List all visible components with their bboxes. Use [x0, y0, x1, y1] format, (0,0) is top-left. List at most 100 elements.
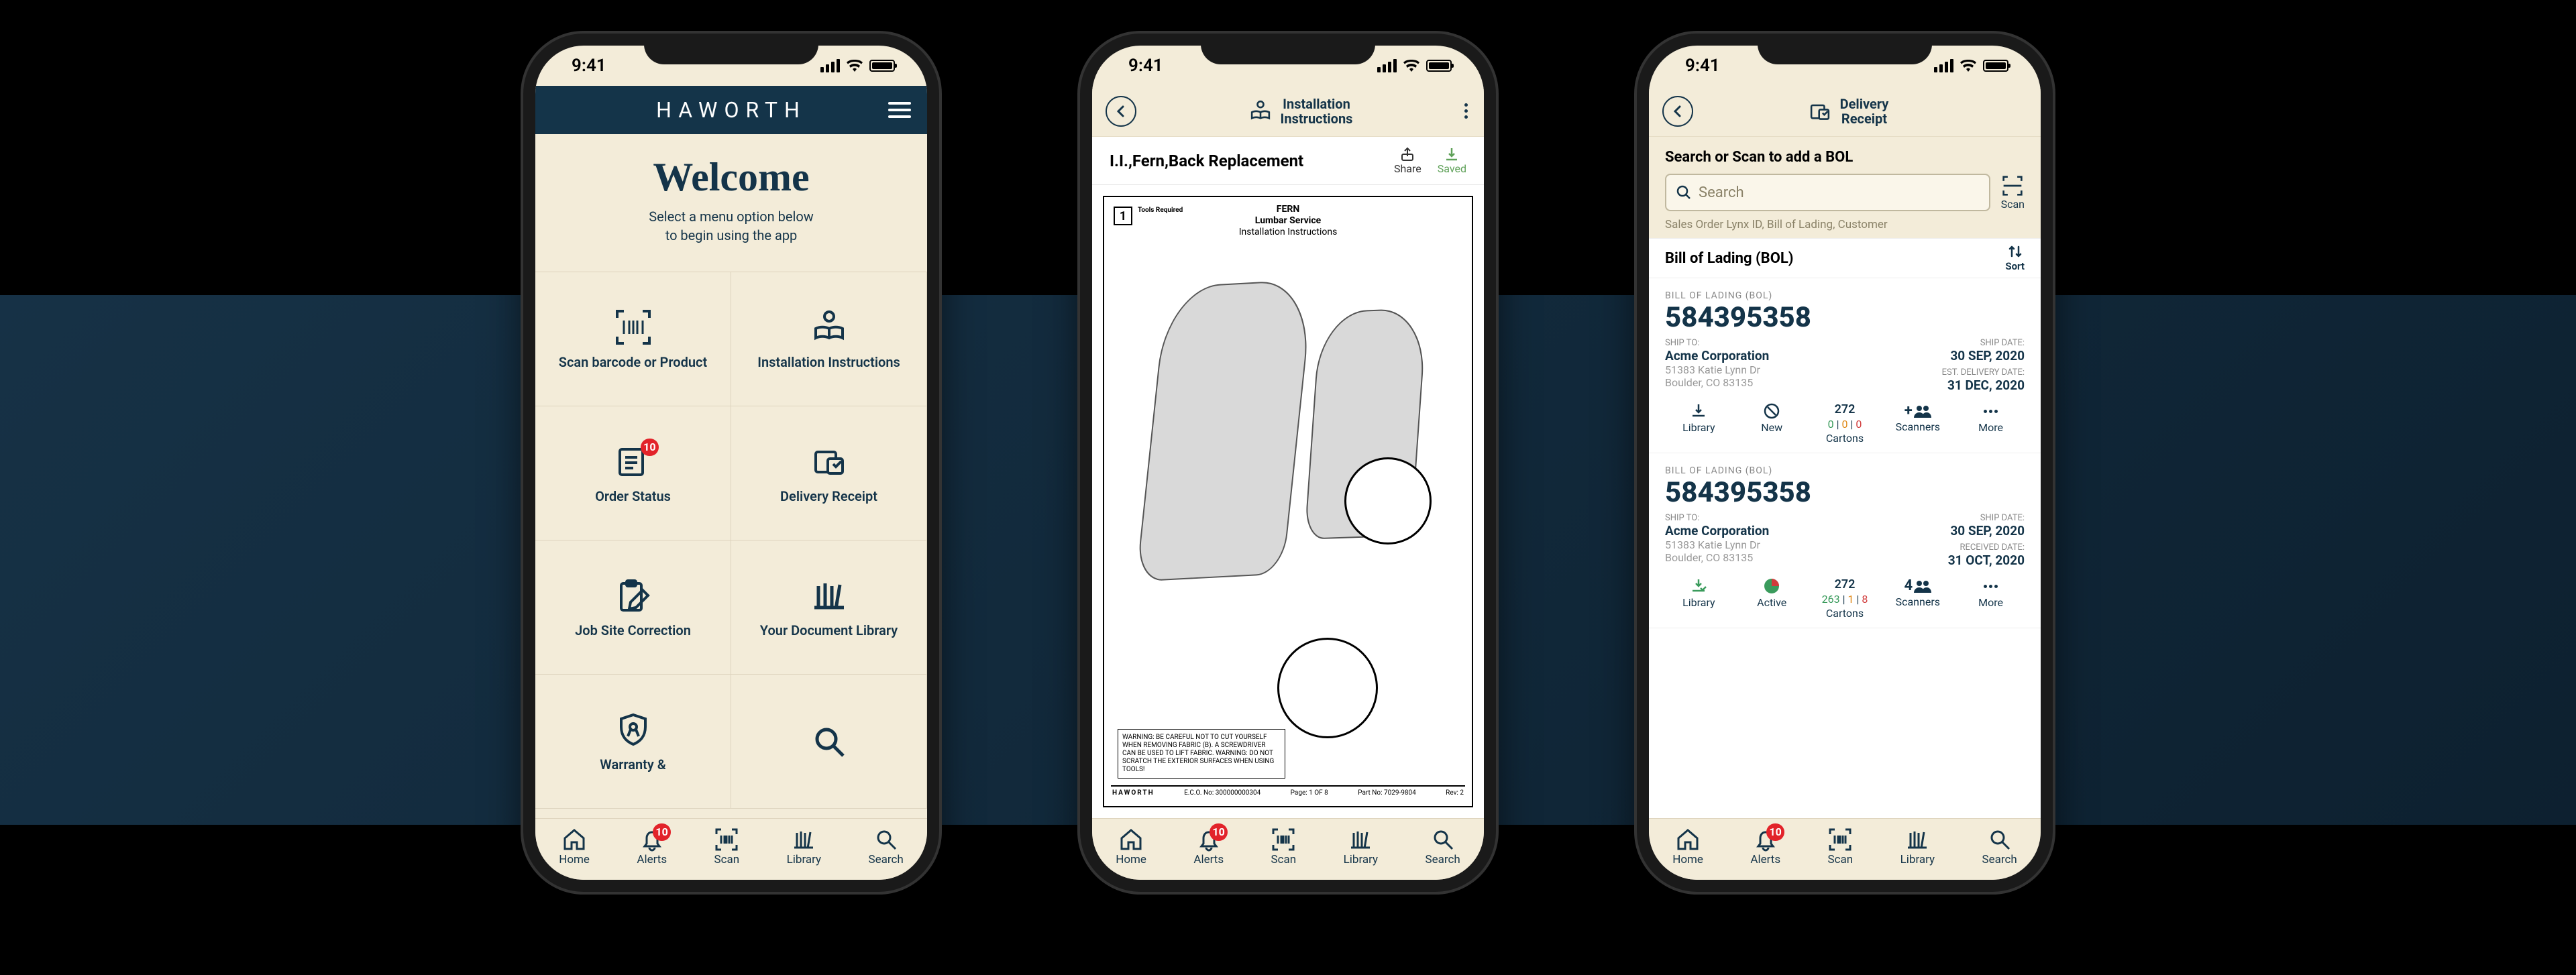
nav-search[interactable]: Search	[869, 827, 904, 866]
menu-document-library[interactable]: Your Document Library	[731, 540, 927, 675]
active-status-icon	[1763, 577, 1780, 595]
document-footer: HAWORTH E.C.O. No: 300000000304 Page: 1 …	[1111, 785, 1465, 799]
menu-label: Your Document Library	[760, 622, 898, 638]
scan-button[interactable]: Scan	[2001, 175, 2025, 211]
nav-home[interactable]: Home	[559, 827, 590, 866]
tool-library[interactable]: Library	[1665, 402, 1733, 445]
bol-number: 584395358	[1665, 476, 2025, 509]
document-page: FERN Lumbar Service Installation Instruc…	[1103, 196, 1473, 807]
menu-icon[interactable]	[888, 102, 911, 118]
menu-installation[interactable]: Installation Instructions	[731, 272, 927, 406]
menu-jobsite-correction[interactable]: Job Site Correction	[535, 540, 731, 675]
scan-icon	[714, 827, 739, 852]
wifi-icon	[1960, 60, 1976, 72]
status-time: 9:41	[572, 56, 606, 76]
manual-icon	[810, 308, 848, 346]
home-icon	[1119, 827, 1143, 852]
tool-cartons[interactable]: 272 263 | 1 | 8 Cartons	[1811, 577, 1879, 620]
bol-eyebrow: BILL OF LADING (BOL)	[1665, 465, 2025, 476]
nav-search[interactable]: Search	[1426, 827, 1460, 866]
nav-library[interactable]: Library	[787, 827, 821, 866]
phone-delivery: 9:41 Delivery Receipt	[1637, 34, 2053, 892]
warning-text: WARNING: BE CAREFUL NOT TO CUT YOURSELF …	[1118, 729, 1285, 779]
menu-search[interactable]	[731, 675, 927, 809]
download-icon	[1690, 402, 1707, 420]
menu-warranty[interactable]: Warranty &	[535, 675, 731, 809]
menu-label: Delivery Receipt	[780, 488, 877, 504]
home-icon	[1676, 827, 1700, 852]
menu-delivery-receipt[interactable]: Delivery Receipt	[731, 406, 927, 540]
header-title-2: Receipt	[1840, 111, 1889, 126]
ship-to-name: Acme Corporation	[1665, 348, 1769, 363]
delivery-icon	[810, 443, 848, 480]
scan-icon	[1271, 827, 1295, 852]
tool-status-active[interactable]: Active	[1738, 577, 1806, 620]
status-time: 9:41	[1685, 56, 1720, 76]
nav-home[interactable]: Home	[1116, 827, 1146, 866]
bol-eyebrow: BILL OF LADING (BOL)	[1665, 290, 2025, 301]
bol-list[interactable]: BILL OF LADING (BOL) 584395358 SHIP TO: …	[1649, 278, 2041, 818]
warranty-icon	[614, 711, 652, 748]
nav-alerts[interactable]: 10Alerts	[1750, 827, 1780, 866]
library-icon	[1905, 827, 1929, 852]
scan-icon	[2002, 175, 2023, 196]
tool-more[interactable]: More	[1957, 402, 2025, 445]
nav-search[interactable]: Search	[1982, 827, 2017, 866]
sort-button[interactable]: Sort	[2005, 244, 2025, 272]
page-header: Installation Instructions	[1092, 86, 1484, 137]
menu-label: Warranty &	[600, 756, 666, 772]
tool-library[interactable]: Library	[1665, 577, 1733, 620]
wifi-icon	[1403, 60, 1419, 72]
bottom-nav: Home 10Alerts Scan Library Search	[1649, 818, 2041, 880]
menu-scan-barcode[interactable]: Scan barcode or Product	[535, 272, 731, 406]
nav-scan[interactable]: Scan	[1828, 827, 1854, 866]
nav-alerts[interactable]: 10Alerts	[1193, 827, 1224, 866]
header-title-1: Installation	[1281, 97, 1353, 111]
battery-icon	[1983, 60, 2008, 72]
tool-cartons[interactable]: 272 0 | 0 | 0 Cartons	[1811, 402, 1879, 445]
tool-more[interactable]: More	[1957, 577, 2025, 620]
search-icon	[810, 723, 848, 760]
nav-library[interactable]: Library	[1900, 827, 1935, 866]
welcome-sub-1: Select a menu option below	[549, 207, 914, 226]
bol-card[interactable]: BILL OF LADING (BOL) 584395358 SHIP TO: …	[1649, 278, 2041, 453]
search-icon	[1431, 827, 1455, 852]
document-title-bar: I.I.,Fern,Back Replacement Share Saved	[1092, 137, 1484, 185]
clipboard-edit-icon	[614, 577, 652, 614]
saved-indicator[interactable]: Saved	[1438, 146, 1466, 175]
nav-library[interactable]: Library	[1344, 827, 1378, 866]
search-icon	[874, 827, 898, 852]
more-icon[interactable]	[1464, 103, 1470, 119]
nav-alerts[interactable]: 10 Alerts	[637, 827, 667, 866]
bol-card[interactable]: BILL OF LADING (BOL) 584395358 SHIP TO: …	[1649, 453, 2041, 628]
section-title: Bill of Lading (BOL)	[1665, 250, 1794, 267]
menu-label: Job Site Correction	[575, 622, 691, 638]
tool-scanners[interactable]: + Scanners	[1884, 402, 1951, 445]
menu-order-status[interactable]: 10 Order Status	[535, 406, 731, 540]
manual-icon	[1248, 99, 1273, 123]
more-icon	[1984, 577, 1998, 595]
phone-installation: 9:41 Installation Instruct	[1080, 34, 1496, 892]
search-icon	[1676, 184, 1692, 200]
back-button[interactable]	[1106, 96, 1136, 127]
back-button[interactable]	[1662, 96, 1693, 127]
search-input[interactable]: Search	[1665, 174, 1990, 211]
nav-scan[interactable]: Scan	[1271, 827, 1297, 866]
brand-logo: HAWORTH	[574, 97, 888, 123]
scan-icon	[1828, 827, 1852, 852]
status-time: 9:41	[1128, 56, 1163, 76]
more-icon	[1984, 402, 1998, 420]
users-icon	[1914, 404, 1931, 418]
bol-number: 584395358	[1665, 301, 2025, 334]
nav-home[interactable]: Home	[1672, 827, 1703, 866]
alert-badge: 10	[1766, 823, 1784, 841]
nav-scan[interactable]: Scan	[714, 827, 740, 866]
tools-required-label: Tools Required	[1138, 207, 1183, 214]
tool-scanners[interactable]: 4 Scanners	[1884, 577, 1951, 620]
alert-badge: 10	[641, 439, 658, 456]
tool-status-new[interactable]: New	[1738, 402, 1806, 445]
share-button[interactable]: Share	[1394, 146, 1421, 175]
welcome-sub-2: to begin using the app	[549, 226, 914, 245]
sort-icon	[2008, 244, 2023, 259]
document-viewer[interactable]: FERN Lumbar Service Installation Instruc…	[1092, 185, 1484, 818]
